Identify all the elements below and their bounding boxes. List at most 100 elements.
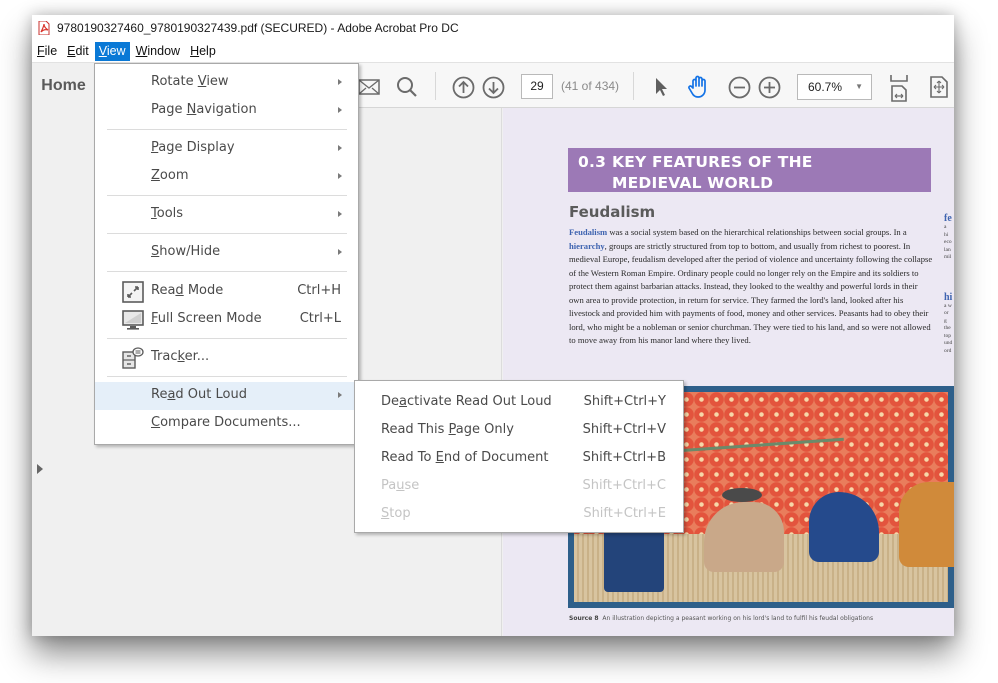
menu-item-tools[interactable]: Tools: [95, 201, 358, 229]
menu-help-label: elp: [199, 44, 216, 58]
chapter-banner: 0.3 KEY FEATURES OF THE MEDIEVAL WORLD: [568, 148, 931, 192]
zoom-out-icon[interactable]: [727, 75, 751, 99]
menu-help[interactable]: Help: [186, 42, 220, 61]
document-page[interactable]: 0.3 KEY FEATURES OF THE MEDIEVAL WORLD Fe…: [503, 108, 954, 636]
menu-item-label: Show/Hide: [151, 244, 220, 259]
chevron-down-icon: ▼: [855, 82, 863, 91]
select-pointer-icon[interactable]: [649, 75, 673, 99]
chapter-title-text: KEY FEATURES OF THE: [612, 153, 813, 171]
menu-item-label: Page Navigation: [151, 102, 257, 117]
menu-item-full-screen-mode[interactable]: Full Screen Mode Ctrl+L: [95, 306, 358, 334]
fit-page-icon[interactable]: [927, 75, 951, 99]
chapter-title-line1: 0.3 KEY FEATURES OF THE: [578, 152, 931, 173]
expand-pane-icon[interactable]: [37, 464, 43, 474]
zoom-level-select[interactable]: 60.7% ▼: [797, 74, 872, 100]
submenu-arrow-icon: [338, 79, 342, 85]
label-pre: Read This: [381, 422, 449, 437]
menu-window[interactable]: Window: [132, 42, 184, 61]
menu-file[interactable]: File: [33, 42, 61, 61]
menu-item-page-display[interactable]: Page Display: [95, 135, 358, 163]
submenu-arrow-icon: [338, 211, 342, 217]
menu-item-label: Tracker...: [151, 349, 209, 364]
menu-shortcut: Ctrl+L: [299, 311, 341, 326]
submenu-shortcut: Shift+Ctrl+B: [582, 450, 666, 465]
submenu-arrow-icon: [338, 145, 342, 151]
email-icon[interactable]: [357, 75, 381, 99]
menu-separator: [107, 338, 347, 339]
paragraph-text-part1: was a social system based on the hierarc…: [607, 227, 907, 237]
zoom-in-icon[interactable]: [757, 75, 781, 99]
submenu-shortcut: Shift+Ctrl+E: [583, 506, 666, 521]
label-pre: Pa: [381, 478, 397, 493]
submenu-item-label: Read This Page Only: [381, 422, 514, 437]
page-count: (41 of 434): [561, 79, 620, 93]
menu-view-accel: V: [98, 44, 107, 58]
menu-item-page-navigation[interactable]: Page Navigation: [95, 97, 358, 125]
label-post: ull Screen Mode: [157, 311, 262, 326]
illustration-hat: [722, 488, 762, 502]
menu-item-label: Compare Documents...: [151, 415, 301, 430]
page-number-input[interactable]: 29: [521, 74, 553, 99]
label-accel: C: [151, 415, 161, 430]
submenu-item-deactivate-read-out-loud[interactable]: Deactivate Read Out Loud Shift+Ctrl+Y: [355, 388, 683, 416]
view-menu-dropdown: Rotate View Page Navigation Page Display…: [94, 63, 359, 445]
menu-item-show-hide[interactable]: Show/Hide: [95, 239, 358, 267]
submenu-item-label: Pause: [381, 478, 419, 493]
keyword-link-hierarchy[interactable]: hierarchy: [569, 241, 605, 251]
fit-width-icon[interactable]: [887, 73, 911, 103]
next-page-icon[interactable]: [481, 75, 505, 99]
label-post: age Display: [158, 140, 235, 155]
label-accel: E: [435, 450, 444, 465]
menu-edit[interactable]: Edit: [63, 42, 93, 61]
previous-page-icon[interactable]: [451, 75, 475, 99]
glossary-def-1: a hi eco lan mil: [944, 224, 952, 260]
menu-item-rotate-view[interactable]: Rotate View: [95, 69, 358, 97]
label-post: se: [404, 478, 420, 493]
keyword-link-feudalism[interactable]: Feudalism: [569, 227, 607, 237]
menu-shortcut: Ctrl+H: [297, 283, 341, 298]
menu-item-label: Tools: [151, 206, 183, 221]
label-post: nd of Document: [443, 450, 549, 465]
body-paragraph: Feudalism was a social system based on t…: [569, 226, 934, 348]
label-pre: De: [381, 394, 400, 409]
menu-file-label: ile: [44, 44, 58, 58]
search-icon[interactable]: [395, 75, 419, 99]
menu-view[interactable]: View: [94, 42, 130, 61]
paragraph-text-part2: , groups are strictly structured from to…: [569, 240, 933, 346]
label-pre: Rotate: [151, 74, 198, 89]
toolbar-separator: [435, 72, 436, 100]
label-post: er...: [184, 349, 210, 364]
submenu-shortcut: Shift+Ctrl+V: [582, 422, 666, 437]
hand-tool-icon[interactable]: [687, 75, 711, 99]
label-pre: Page: [151, 102, 187, 117]
window-title: 9780190327460_9780190327439.pdf (SECURED…: [57, 21, 459, 35]
menu-item-read-out-loud[interactable]: Read Out Loud: [95, 382, 358, 410]
menu-item-tracker[interactable]: Tracker...: [95, 344, 358, 372]
label-post: iew: [206, 74, 229, 89]
menu-item-read-mode[interactable]: Read Mode Ctrl+H: [95, 278, 358, 306]
illustration-staff: [664, 437, 844, 454]
label-post: avigation: [196, 102, 257, 117]
menu-item-label: Full Screen Mode: [151, 311, 262, 326]
menu-item-zoom[interactable]: Zoom: [95, 163, 358, 191]
home-tab[interactable]: Home: [32, 63, 96, 109]
label-pre: Read To: [381, 450, 436, 465]
menu-separator: [107, 195, 347, 196]
illustration-figure-orange: [899, 482, 954, 567]
menu-item-compare-documents[interactable]: Compare Documents...: [95, 410, 358, 438]
menu-separator: [107, 129, 347, 130]
label-accel: F: [151, 311, 158, 326]
submenu-shortcut: Shift+Ctrl+Y: [583, 394, 666, 409]
label-accel: k: [177, 349, 185, 364]
read-mode-icon: [122, 281, 144, 303]
label-pre: Re: [151, 387, 168, 402]
submenu-item-read-this-page-only[interactable]: Read This Page Only Shift+Ctrl+V: [355, 416, 683, 444]
label-post: d Out Loud: [175, 387, 247, 402]
menu-window-accel: W: [135, 44, 148, 58]
submenu-item-read-to-end-of-document[interactable]: Read To End of Document Shift+Ctrl+B: [355, 444, 683, 472]
glossary-term-1: fe: [944, 213, 952, 224]
caption-label: Source 8: [569, 615, 599, 622]
menu-help-accel: H: [190, 44, 200, 58]
tracker-icon: [122, 347, 144, 369]
illustration-figure-worker: [809, 492, 879, 562]
